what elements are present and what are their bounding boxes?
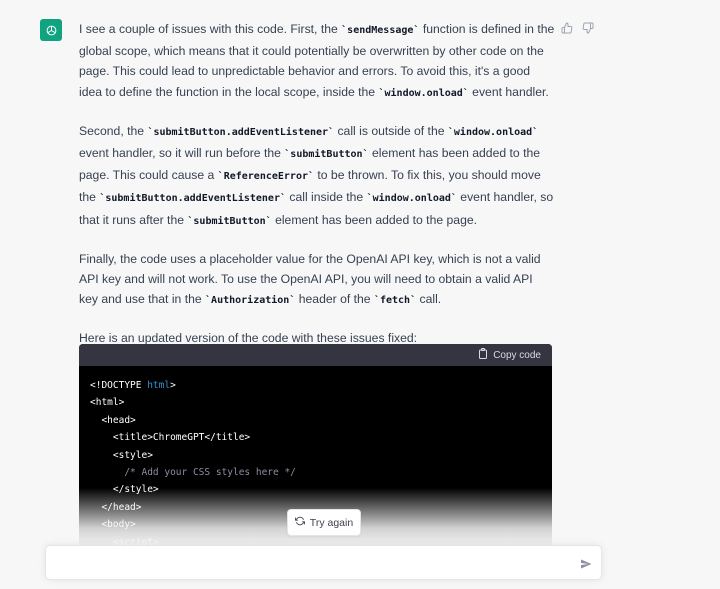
code-line: <html> bbox=[90, 397, 125, 409]
clipboard-icon bbox=[478, 348, 488, 362]
refresh-icon bbox=[294, 516, 305, 529]
message-composer bbox=[45, 545, 602, 580]
inline-code: `submitButton` bbox=[187, 215, 272, 227]
inline-code: `submitButton.addEventListener` bbox=[147, 126, 335, 138]
code-line: <head> bbox=[90, 414, 136, 426]
inline-code: `submitButton.addEventListener` bbox=[99, 193, 286, 205]
copy-code-label: Copy code bbox=[493, 349, 541, 361]
copy-code-button[interactable]: Copy code bbox=[478, 348, 541, 362]
try-again-label: Try again bbox=[309, 516, 354, 529]
try-again-button[interactable]: Try again bbox=[287, 509, 361, 536]
inline-code: `Authorization` bbox=[205, 295, 296, 307]
thumbs-down-icon[interactable] bbox=[582, 21, 594, 34]
inline-code: `fetch` bbox=[373, 295, 417, 307]
inline-code: `window.onload` bbox=[447, 126, 539, 138]
feedback-buttons bbox=[561, 21, 594, 34]
message-text: I see a couple of issues with this code.… bbox=[79, 19, 555, 366]
openai-logo-icon bbox=[40, 19, 62, 41]
code-line: <!DOCTYPE html> bbox=[90, 380, 176, 391]
code-line: <title>ChromeGPT</title> bbox=[90, 432, 251, 444]
inline-code: `sendMessage` bbox=[341, 25, 420, 36]
message-input[interactable] bbox=[46, 546, 570, 579]
inline-code: `ReferenceError` bbox=[217, 171, 314, 183]
send-icon[interactable] bbox=[580, 557, 592, 569]
paragraph: Second, the `submitButton.addEventListen… bbox=[79, 123, 554, 227]
inline-code: `window.onload` bbox=[378, 87, 469, 99]
inline-code: `submitButton` bbox=[284, 149, 369, 161]
code-line: /* Add your CSS styles here */ bbox=[90, 467, 296, 479]
inline-code: `window.onload` bbox=[366, 193, 457, 205]
code-line: <style> bbox=[90, 449, 153, 461]
thumbs-up-icon[interactable] bbox=[561, 21, 573, 34]
code-block-header: Copy code bbox=[79, 344, 552, 366]
paragraph: Finally, the code uses a placeholder val… bbox=[79, 251, 541, 307]
paragraph: I see a couple of issues with this code.… bbox=[79, 22, 555, 99]
